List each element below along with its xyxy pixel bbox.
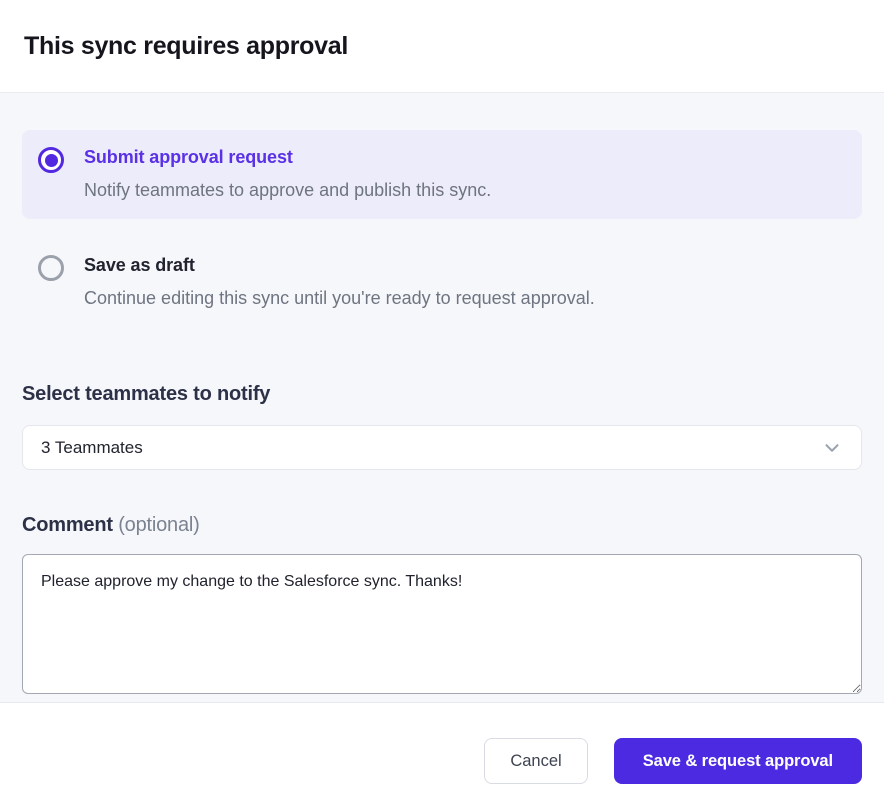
dialog-footer: Cancel Save & request approval — [0, 703, 884, 806]
option-label[interactable]: Save as draft — [84, 253, 595, 277]
radio-button-selected-icon[interactable] — [38, 147, 64, 173]
option-label[interactable]: Submit approval request — [84, 145, 491, 169]
option-submit-approval-request[interactable]: Submit approval request Notify teammates… — [22, 130, 862, 219]
comment-input[interactable]: Please approve my change to the Salesfor… — [22, 554, 862, 694]
option-save-as-draft[interactable]: Save as draft Continue editing this sync… — [22, 238, 862, 327]
chevron-down-icon — [821, 437, 843, 459]
radio-dot — [45, 154, 58, 167]
dialog-header: This sync requires approval — [0, 0, 884, 93]
comment-heading-label: Comment — [22, 514, 113, 536]
page-title: This sync requires approval — [24, 32, 348, 61]
radio-button-unselected-icon[interactable] — [38, 255, 64, 281]
save-request-approval-button[interactable]: Save & request approval — [614, 738, 862, 784]
option-description: Notify teammates to approve and publish … — [84, 178, 491, 202]
cancel-button[interactable]: Cancel — [484, 738, 587, 784]
option-description: Continue editing this sync until you're … — [84, 286, 595, 310]
approval-dialog: This sync requires approval Submit appro… — [0, 0, 884, 806]
dialog-body: Submit approval request Notify teammates… — [0, 93, 884, 703]
option-text: Submit approval request Notify teammates… — [84, 145, 491, 202]
teammates-select[interactable]: 3 Teammates — [22, 425, 862, 470]
optional-label: (optional) — [118, 514, 199, 536]
teammates-select-value: 3 Teammates — [41, 438, 821, 458]
comment-section-heading: Comment (optional) — [22, 514, 862, 537]
teammates-section-heading: Select teammates to notify — [22, 383, 862, 406]
option-text: Save as draft Continue editing this sync… — [84, 253, 595, 310]
